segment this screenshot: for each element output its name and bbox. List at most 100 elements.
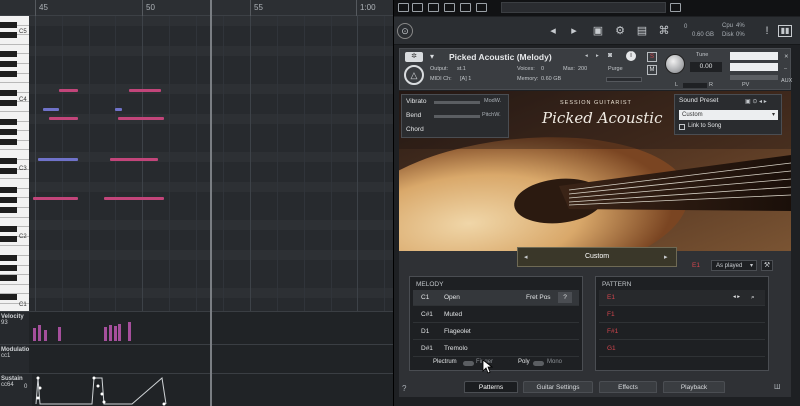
- velocity-bar[interactable]: [118, 324, 121, 341]
- minimize-icon[interactable]: –: [784, 66, 787, 72]
- velocity-bar[interactable]: [128, 322, 131, 341]
- velocity-lane-header: Velocity 93: [0, 312, 29, 344]
- playhead[interactable]: [210, 0, 212, 406]
- close-icon[interactable]: ✕: [784, 54, 789, 60]
- chord-label[interactable]: Chord: [406, 126, 424, 133]
- velocity-bar[interactable]: [104, 327, 107, 341]
- sound-preset-dropdown[interactable]: Custom ▾: [679, 110, 778, 120]
- instrument-title[interactable]: Picked Acoustic (Melody): [449, 52, 552, 62]
- velocity-bar[interactable]: [33, 328, 36, 341]
- volume-slider[interactable]: [730, 75, 778, 80]
- tab-effects[interactable]: Effects: [599, 381, 657, 393]
- midi-note[interactable]: [115, 108, 122, 111]
- pattern-row[interactable]: E1 ◂ ▸ ⌕: [599, 290, 765, 306]
- view-icon[interactable]: ▤: [633, 22, 651, 40]
- camera-icon[interactable]: [670, 3, 681, 12]
- articulation-row[interactable]: D#1 Tremolo: [413, 341, 579, 357]
- velocity-bar[interactable]: [114, 326, 117, 341]
- articulation-row[interactable]: C#1 Muted: [413, 307, 579, 323]
- poly-mono-toggle[interactable]: [533, 361, 544, 366]
- timeline-ruler[interactable]: 45 50 55 1:00: [0, 0, 393, 16]
- save-icon[interactable]: ▣: [589, 22, 607, 40]
- solo-button[interactable]: S: [647, 52, 657, 62]
- midi-note[interactable]: [59, 89, 78, 92]
- fret-pos-value[interactable]: ?: [558, 292, 572, 303]
- help-button[interactable]: ?: [402, 384, 406, 393]
- menu-icon[interactable]: [398, 3, 409, 12]
- pattern-row[interactable]: G1: [599, 341, 765, 357]
- gear-icon[interactable]: ⚙: [611, 22, 629, 40]
- output-icon[interactable]: [460, 3, 471, 12]
- layout-icon[interactable]: ▮▮: [778, 25, 792, 37]
- velocity-bar[interactable]: [44, 330, 47, 341]
- wrench-icon[interactable]: ⚒: [761, 260, 773, 271]
- pattern-nav-icon[interactable]: ◂ ▸: [733, 294, 740, 300]
- vibrato-slider[interactable]: [434, 101, 480, 104]
- output-label: Output:: [430, 66, 449, 72]
- bend-slider[interactable]: [434, 115, 480, 118]
- tools-icon[interactable]: ⌘: [655, 22, 673, 40]
- mute-button[interactable]: M: [647, 65, 657, 75]
- tab-playback[interactable]: Playback: [663, 381, 725, 393]
- midi-note[interactable]: [104, 197, 164, 200]
- midi-note[interactable]: [43, 108, 59, 111]
- sustain-curve[interactable]: [32, 374, 182, 406]
- pan-slider[interactable]: [683, 83, 707, 88]
- browser-icon[interactable]: [444, 3, 455, 12]
- pattern-row[interactable]: F#1: [599, 324, 765, 340]
- midi-note[interactable]: [129, 89, 161, 92]
- bar-tick: [250, 0, 251, 16]
- modulation-value: cc1: [1, 353, 11, 359]
- sustain-value: cc64: [1, 382, 14, 388]
- chevron-down-icon[interactable]: ▾: [430, 52, 442, 62]
- velocity-bar[interactable]: [38, 325, 41, 341]
- articulation-row[interactable]: D1 Flageolet: [413, 324, 579, 340]
- tune-value[interactable]: 0.00: [690, 62, 722, 72]
- purge-label[interactable]: Purge: [608, 66, 623, 72]
- max-voices-value[interactable]: 200: [578, 66, 587, 72]
- sustain-lane[interactable]: Sustain cc64 0: [0, 373, 393, 406]
- midi-note[interactable]: [33, 197, 78, 200]
- velocity-bar[interactable]: [109, 325, 112, 341]
- prev-preset-icon[interactable]: ◂: [544, 22, 562, 40]
- camera-icon[interactable]: ◙: [608, 52, 612, 59]
- pv-label[interactable]: PV: [742, 82, 749, 88]
- octave-label: C4: [19, 97, 27, 103]
- midi-note[interactable]: [110, 158, 158, 161]
- aux-label[interactable]: AUX: [781, 78, 792, 84]
- tab-guitar-settings[interactable]: Guitar Settings: [523, 381, 593, 393]
- info-icon[interactable]: [476, 3, 487, 12]
- play-mode-dropdown[interactable]: As played ▾: [711, 260, 757, 271]
- search-field[interactable]: [501, 2, 666, 13]
- instrument-settings-icon[interactable]: ✲: [405, 52, 423, 62]
- modulation-lane[interactable]: Modulatio cc1: [0, 344, 393, 373]
- preset-actions-icon[interactable]: ▣ ⊙ ◂ ▸: [745, 98, 767, 105]
- tune-knob[interactable]: [665, 54, 685, 74]
- midi-note[interactable]: [49, 117, 78, 120]
- piano-roll[interactable]: 45 50 55 1:00 C5 C4 C3 C2 C1 Velocity 93…: [0, 0, 393, 406]
- midi-note[interactable]: [38, 158, 78, 161]
- keyboard-icon[interactable]: [428, 3, 439, 12]
- tab-patterns[interactable]: Patterns: [464, 381, 518, 393]
- link-to-song-checkbox[interactable]: [679, 124, 685, 130]
- plectrum-finger-toggle[interactable]: [463, 361, 474, 366]
- pattern-selector[interactable]: ◂ Custom ▸: [517, 247, 677, 267]
- next-pattern-icon[interactable]: ▸: [664, 253, 668, 261]
- output-value[interactable]: st.1: [457, 66, 466, 72]
- next-preset-icon[interactable]: ▸: [565, 22, 583, 40]
- velocity-bar[interactable]: [58, 327, 61, 341]
- piano-keyboard[interactable]: C5 C4 C3 C2 C1: [0, 16, 29, 311]
- pan-right-label: R: [709, 82, 713, 88]
- search-icon[interactable]: ⌕: [751, 294, 755, 302]
- warning-icon[interactable]: !: [758, 22, 776, 40]
- midi-note[interactable]: [118, 117, 164, 120]
- midi-channel-value[interactable]: [A] 1: [460, 76, 471, 82]
- next-instrument-icon[interactable]: ▸: [596, 53, 599, 59]
- sound-preset-value: Custom: [682, 112, 703, 118]
- info-icon[interactable]: i: [626, 51, 636, 61]
- rack-icon[interactable]: [412, 3, 423, 12]
- pattern-row[interactable]: F1: [599, 307, 765, 323]
- prev-instrument-icon[interactable]: ◂: [585, 53, 588, 59]
- articulation-row[interactable]: C1 Open Fret Pos ?: [413, 290, 579, 306]
- velocity-lane[interactable]: Velocity 93: [0, 311, 393, 344]
